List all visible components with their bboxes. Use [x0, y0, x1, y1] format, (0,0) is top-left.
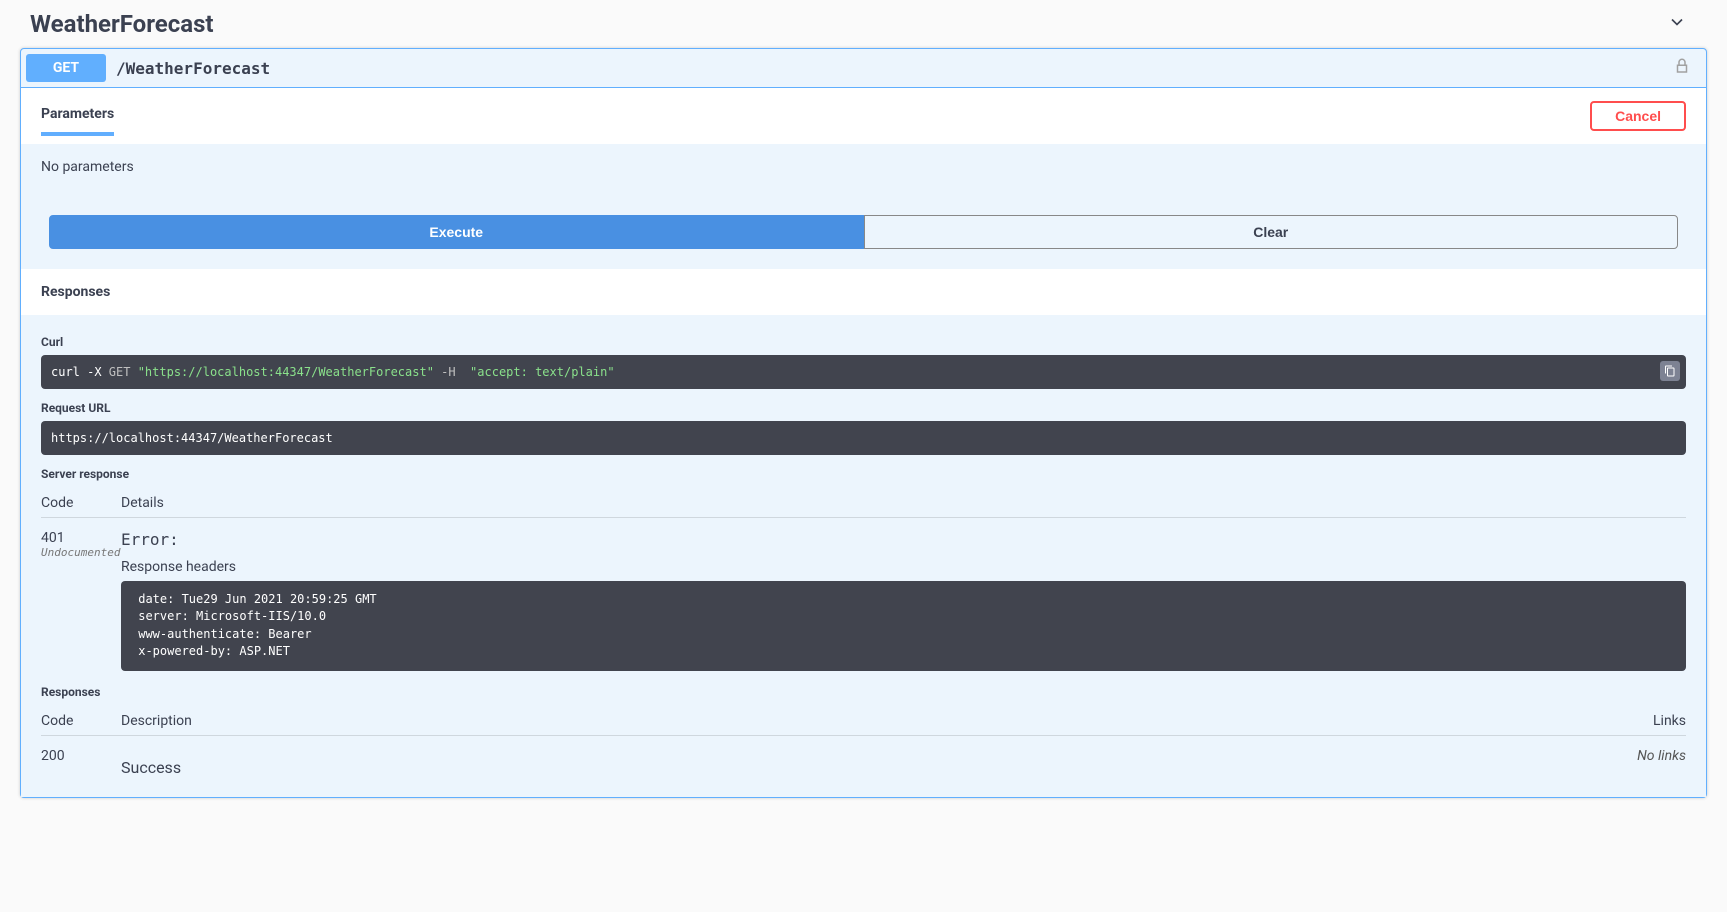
col-code: Code: [41, 495, 121, 511]
no-parameters-text: No parameters: [21, 144, 1706, 215]
operation-summary[interactable]: GET /WeatherForecast: [21, 49, 1706, 88]
cancel-button[interactable]: Cancel: [1590, 101, 1686, 131]
documented-response-row: 200 Success No links: [41, 736, 1686, 777]
documented-description-col: Success: [121, 748, 1606, 777]
col-links: Links: [1606, 713, 1686, 729]
tag-title: WeatherForecast: [30, 10, 214, 38]
curl-code: curl -X GET "https://localhost:44347/Wea…: [41, 355, 1686, 389]
method-badge: GET: [26, 54, 106, 82]
response-body: Curl curl -X GET "https://localhost:4434…: [21, 315, 1706, 797]
undocumented-label: Undocumented: [41, 546, 121, 559]
tag-header[interactable]: WeatherForecast: [20, 0, 1707, 48]
server-response-table-header: Code Details: [41, 489, 1686, 518]
action-buttons: Execute Clear: [21, 215, 1706, 269]
chevron-down-icon: [1667, 12, 1687, 36]
documented-responses-header: Code Description Links: [41, 707, 1686, 736]
error-label: Error:: [121, 530, 1686, 549]
curl-label: Curl: [41, 335, 1686, 349]
col-description: Description: [121, 713, 1606, 729]
curl-prefix: curl -X: [51, 365, 109, 379]
response-headers-block: date: Tue29 Jun 2021 20:59:25 GMT server…: [121, 581, 1686, 671]
documented-code: 200: [41, 748, 121, 777]
curl-method: GET: [109, 365, 138, 379]
server-response-row: 401 Undocumented Error: Response headers…: [41, 518, 1686, 681]
documented-links: No links: [1606, 748, 1686, 777]
copy-icon[interactable]: [1660, 361, 1680, 381]
response-code-col: 401 Undocumented: [41, 530, 121, 681]
execute-button[interactable]: Execute: [49, 215, 864, 249]
operation-block: GET /WeatherForecast Parameters Cancel N…: [20, 48, 1707, 798]
documented-description: Success: [121, 748, 1606, 777]
parameters-header: Parameters Cancel: [21, 88, 1706, 144]
server-response-label: Server response: [41, 467, 1686, 481]
response-code: 401: [41, 530, 121, 546]
endpoint-path: /WeatherForecast: [106, 59, 1673, 78]
clear-button[interactable]: Clear: [864, 215, 1679, 249]
responses-heading: Responses: [21, 269, 1706, 315]
curl-url: "https://localhost:44347/WeatherForecast…: [138, 365, 434, 379]
request-url-label: Request URL: [41, 401, 1686, 415]
col-details: Details: [121, 495, 1686, 511]
tab-parameters[interactable]: Parameters: [41, 96, 114, 136]
documented-responses-label: Responses: [41, 685, 1686, 699]
curl-header: "accept: text/plain": [470, 365, 615, 379]
curl-flag: -H: [434, 365, 470, 379]
response-headers-label: Response headers: [121, 559, 1686, 575]
request-url-value: https://localhost:44347/WeatherForecast: [41, 421, 1686, 455]
response-details-col: Error: Response headers date: Tue29 Jun …: [121, 530, 1686, 681]
lock-icon[interactable]: [1673, 57, 1701, 79]
col-code2: Code: [41, 713, 121, 729]
